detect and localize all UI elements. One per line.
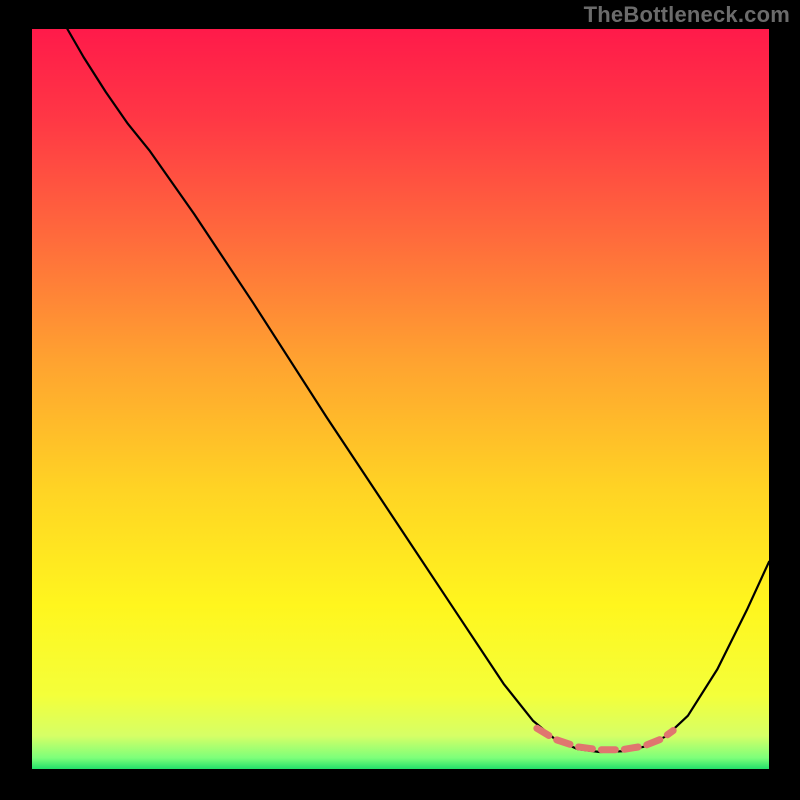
chart-svg (0, 0, 800, 800)
chart-container: TheBottleneck.com (0, 0, 800, 800)
watermark-text: TheBottleneck.com (584, 2, 790, 28)
plot-background (32, 29, 769, 769)
